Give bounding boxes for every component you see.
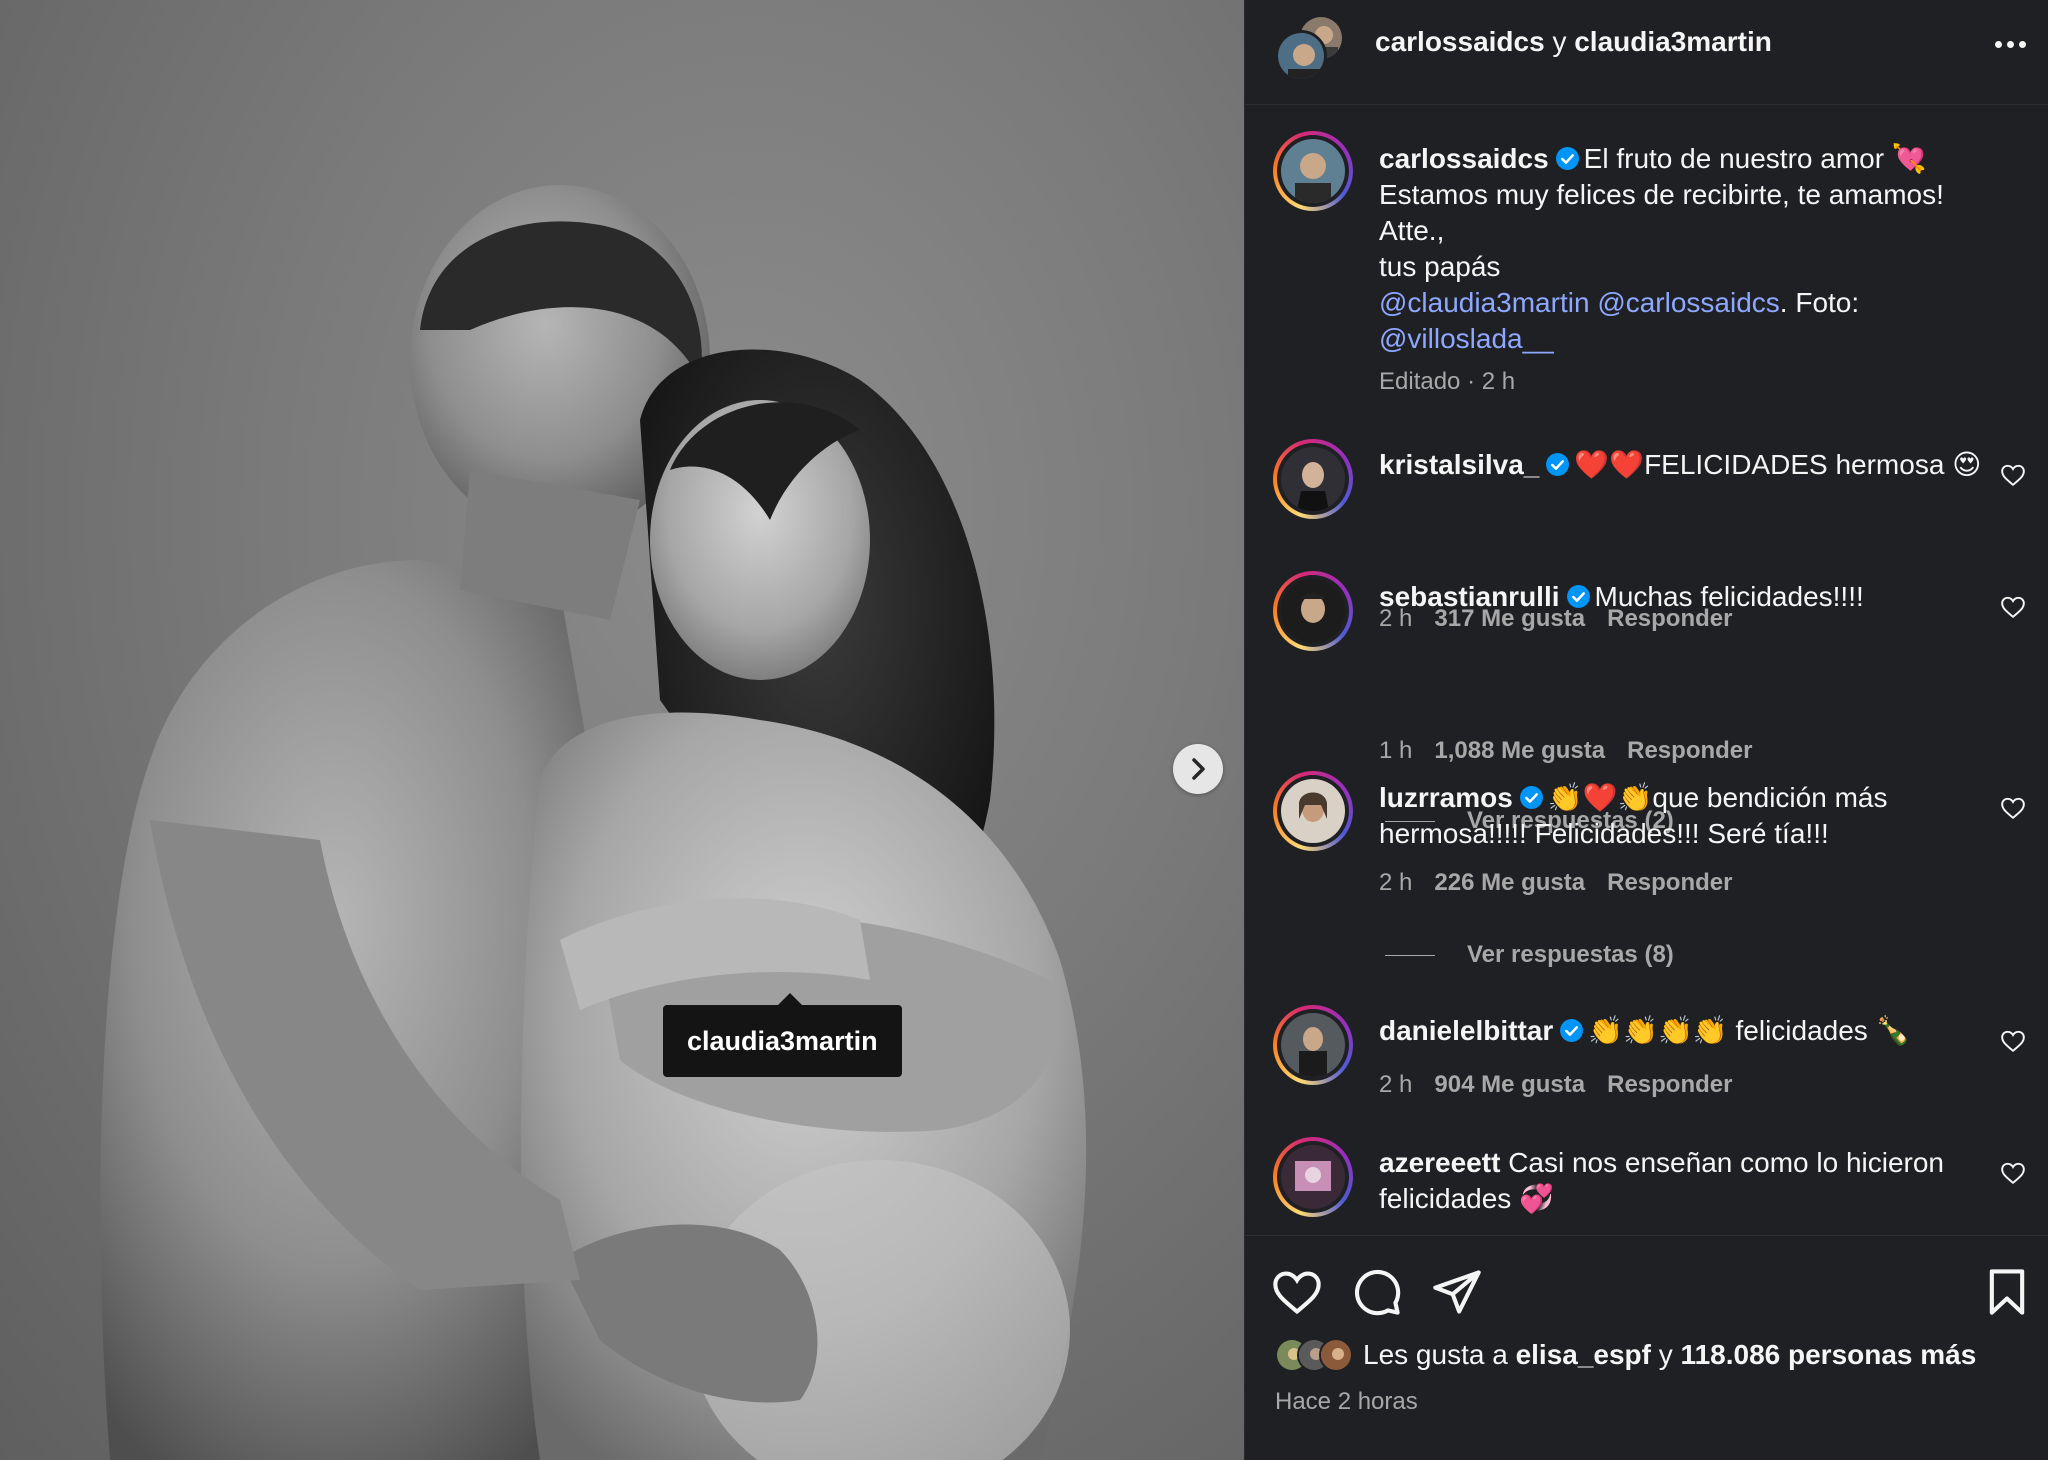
like-comment-heart-icon[interactable] [2000,594,2026,620]
comment-text: azereeett Casi nos enseñan como lo hicie… [1379,1145,2009,1217]
mention-link[interactable]: @claudia3martin [1379,287,1590,318]
like-comment-heart-icon[interactable] [2000,1028,2026,1054]
post-timestamp: Hace 2 horas [1275,1388,1418,1415]
comment-icon[interactable] [1351,1266,1403,1318]
comment-username[interactable]: sebastianrulli [1379,581,1560,612]
comment-meta: 2 h 904 Me gusta Responder [1379,1071,1754,1099]
photo-scene [100,185,1087,1460]
foto-label: . Foto: [1779,287,1860,318]
comment-text: kristalsilva_ ❤️❤️FELICIDADES hermosa 😍 [1379,447,2009,483]
comment-username[interactable]: danielelbittar [1379,1015,1553,1046]
avatar [1275,30,1327,82]
reply-button[interactable]: Responder [1607,869,1732,896]
comment-time: 1 h [1379,737,1413,764]
post-action-bar: Les gusta a elisa_espf y 118.086 persona… [1245,1235,2048,1460]
reply-button[interactable]: Responder [1627,737,1752,764]
bookmark-icon[interactable] [1981,1266,2033,1318]
header-user-a[interactable]: carlossaidcs [1375,26,1545,57]
verified-icon [1566,585,1590,608]
post-details-panel: carlossaidcs y claudia3martin carlossaid… [1244,0,2048,1460]
comment-likes[interactable]: 1,088 Me gusta [1434,737,1605,764]
caption-line3: Atte., [1379,215,1445,246]
caption-line1: El fruto de nuestro amor 💘 [1583,143,1927,174]
likes-count-link[interactable]: 118.086 personas más [1681,1339,1977,1370]
caption-text: carlossaidcs El fruto de nuestro amor 💘 E… [1379,141,2009,357]
comment-avatar[interactable] [1273,439,1353,519]
share-icon[interactable] [1431,1266,1483,1318]
comment-avatar[interactable] [1273,771,1353,851]
verified-icon [1555,147,1579,170]
comment-meta: 2 h 226 Me gusta Responder [1379,869,1754,897]
likes-text: Les gusta a elisa_espf y 118.086 persona… [1363,1339,1976,1371]
next-photo-button[interactable] [1173,744,1223,794]
mention-link[interactable]: @villoslada__ [1379,323,1554,354]
user-tag-tooltip[interactable]: claudia3martin [663,993,902,1077]
like-comment-heart-icon[interactable] [2000,462,2026,488]
header-user-b[interactable]: claudia3martin [1574,26,1772,57]
more-icon-dot [2018,40,2026,48]
post-photo[interactable]: claudia3martin [0,0,1244,1460]
reply-button[interactable]: Responder [1607,1071,1732,1098]
verified-icon [1560,1019,1584,1042]
header-joiner: y [1544,26,1575,57]
comment-likes[interactable]: 226 Me gusta [1434,869,1585,896]
collab-avatars[interactable] [1275,14,1349,84]
heart-icon[interactable] [1271,1266,1323,1318]
comment-likes[interactable]: 904 Me gusta [1434,1071,1585,1098]
post-header: carlossaidcs y claudia3martin [1245,0,2048,105]
comment-avatar[interactable] [1273,1005,1353,1085]
caption-username[interactable]: carlossaidcs [1379,143,1549,174]
caption-meta: Editado · 2 h [1379,368,1537,396]
more-icon [1994,40,2002,48]
mention-link[interactable]: @carlossaidcs [1597,287,1779,318]
comment-text: danielelbittar 👏👏👏👏 felicidades 🍾 [1379,1013,2009,1049]
comment-meta: 1 h 1,088 Me gusta Responder [1379,737,1774,765]
likes-middle: y [1650,1339,1681,1370]
verified-icon [1519,786,1543,809]
more-icon-dot [2006,40,2014,48]
comment-time: 2 h [1379,1071,1413,1098]
replies-divider [1385,954,1435,956]
caption-edited-time: Editado · 2 h [1379,368,1516,395]
comment-text: sebastianrulli Muchas felicidades!!!! [1379,579,2009,615]
liker-avatar [1319,1338,1353,1372]
more-options-button[interactable] [1980,26,2040,62]
likes-summary[interactable]: Les gusta a elisa_espf y 118.086 persona… [1275,1338,1976,1372]
comment-username[interactable]: kristalsilva_ [1379,449,1539,480]
comment-time: 2 h [1379,869,1413,896]
comment-body: ❤️❤️FELICIDADES hermosa 😍 [1574,449,1982,480]
comment-username[interactable]: luzrramos [1379,782,1513,813]
comment-username[interactable]: azereeett [1379,1147,1500,1178]
like-comment-heart-icon[interactable] [2000,1160,2026,1186]
caption-line4: tus papás [1379,251,1501,282]
comment-body: 👏👏👏👏 felicidades 🍾 [1588,1015,1911,1046]
chevron-right-icon [1192,758,1205,780]
comment-text: luzrramos 👏❤️👏que bendición más hermosa!!… [1379,780,2009,852]
post-header-title: carlossaidcs y claudia3martin [1375,26,1772,58]
caption-line2: Estamos muy felices de recibirte, te ama… [1379,179,1944,210]
comment-body: Muchas felicidades!!!! [1594,581,1864,612]
caption-avatar[interactable] [1273,131,1353,211]
view-replies-button[interactable]: Ver respuestas (8) [1385,941,1674,969]
verified-icon [1546,453,1570,476]
likes-prefix: Les gusta a [1363,1339,1516,1370]
likes-user-link[interactable]: elisa_espf [1516,1339,1651,1370]
view-replies-label: Ver respuestas (8) [1467,941,1674,968]
comments-list[interactable]: carlossaidcs El fruto de nuestro amor 💘 E… [1245,105,2048,1235]
comment-avatar[interactable] [1273,571,1353,651]
comment-avatar[interactable] [1273,1137,1353,1217]
like-comment-heart-icon[interactable] [2000,795,2026,821]
user-tag-label: claudia3martin [687,1025,878,1056]
